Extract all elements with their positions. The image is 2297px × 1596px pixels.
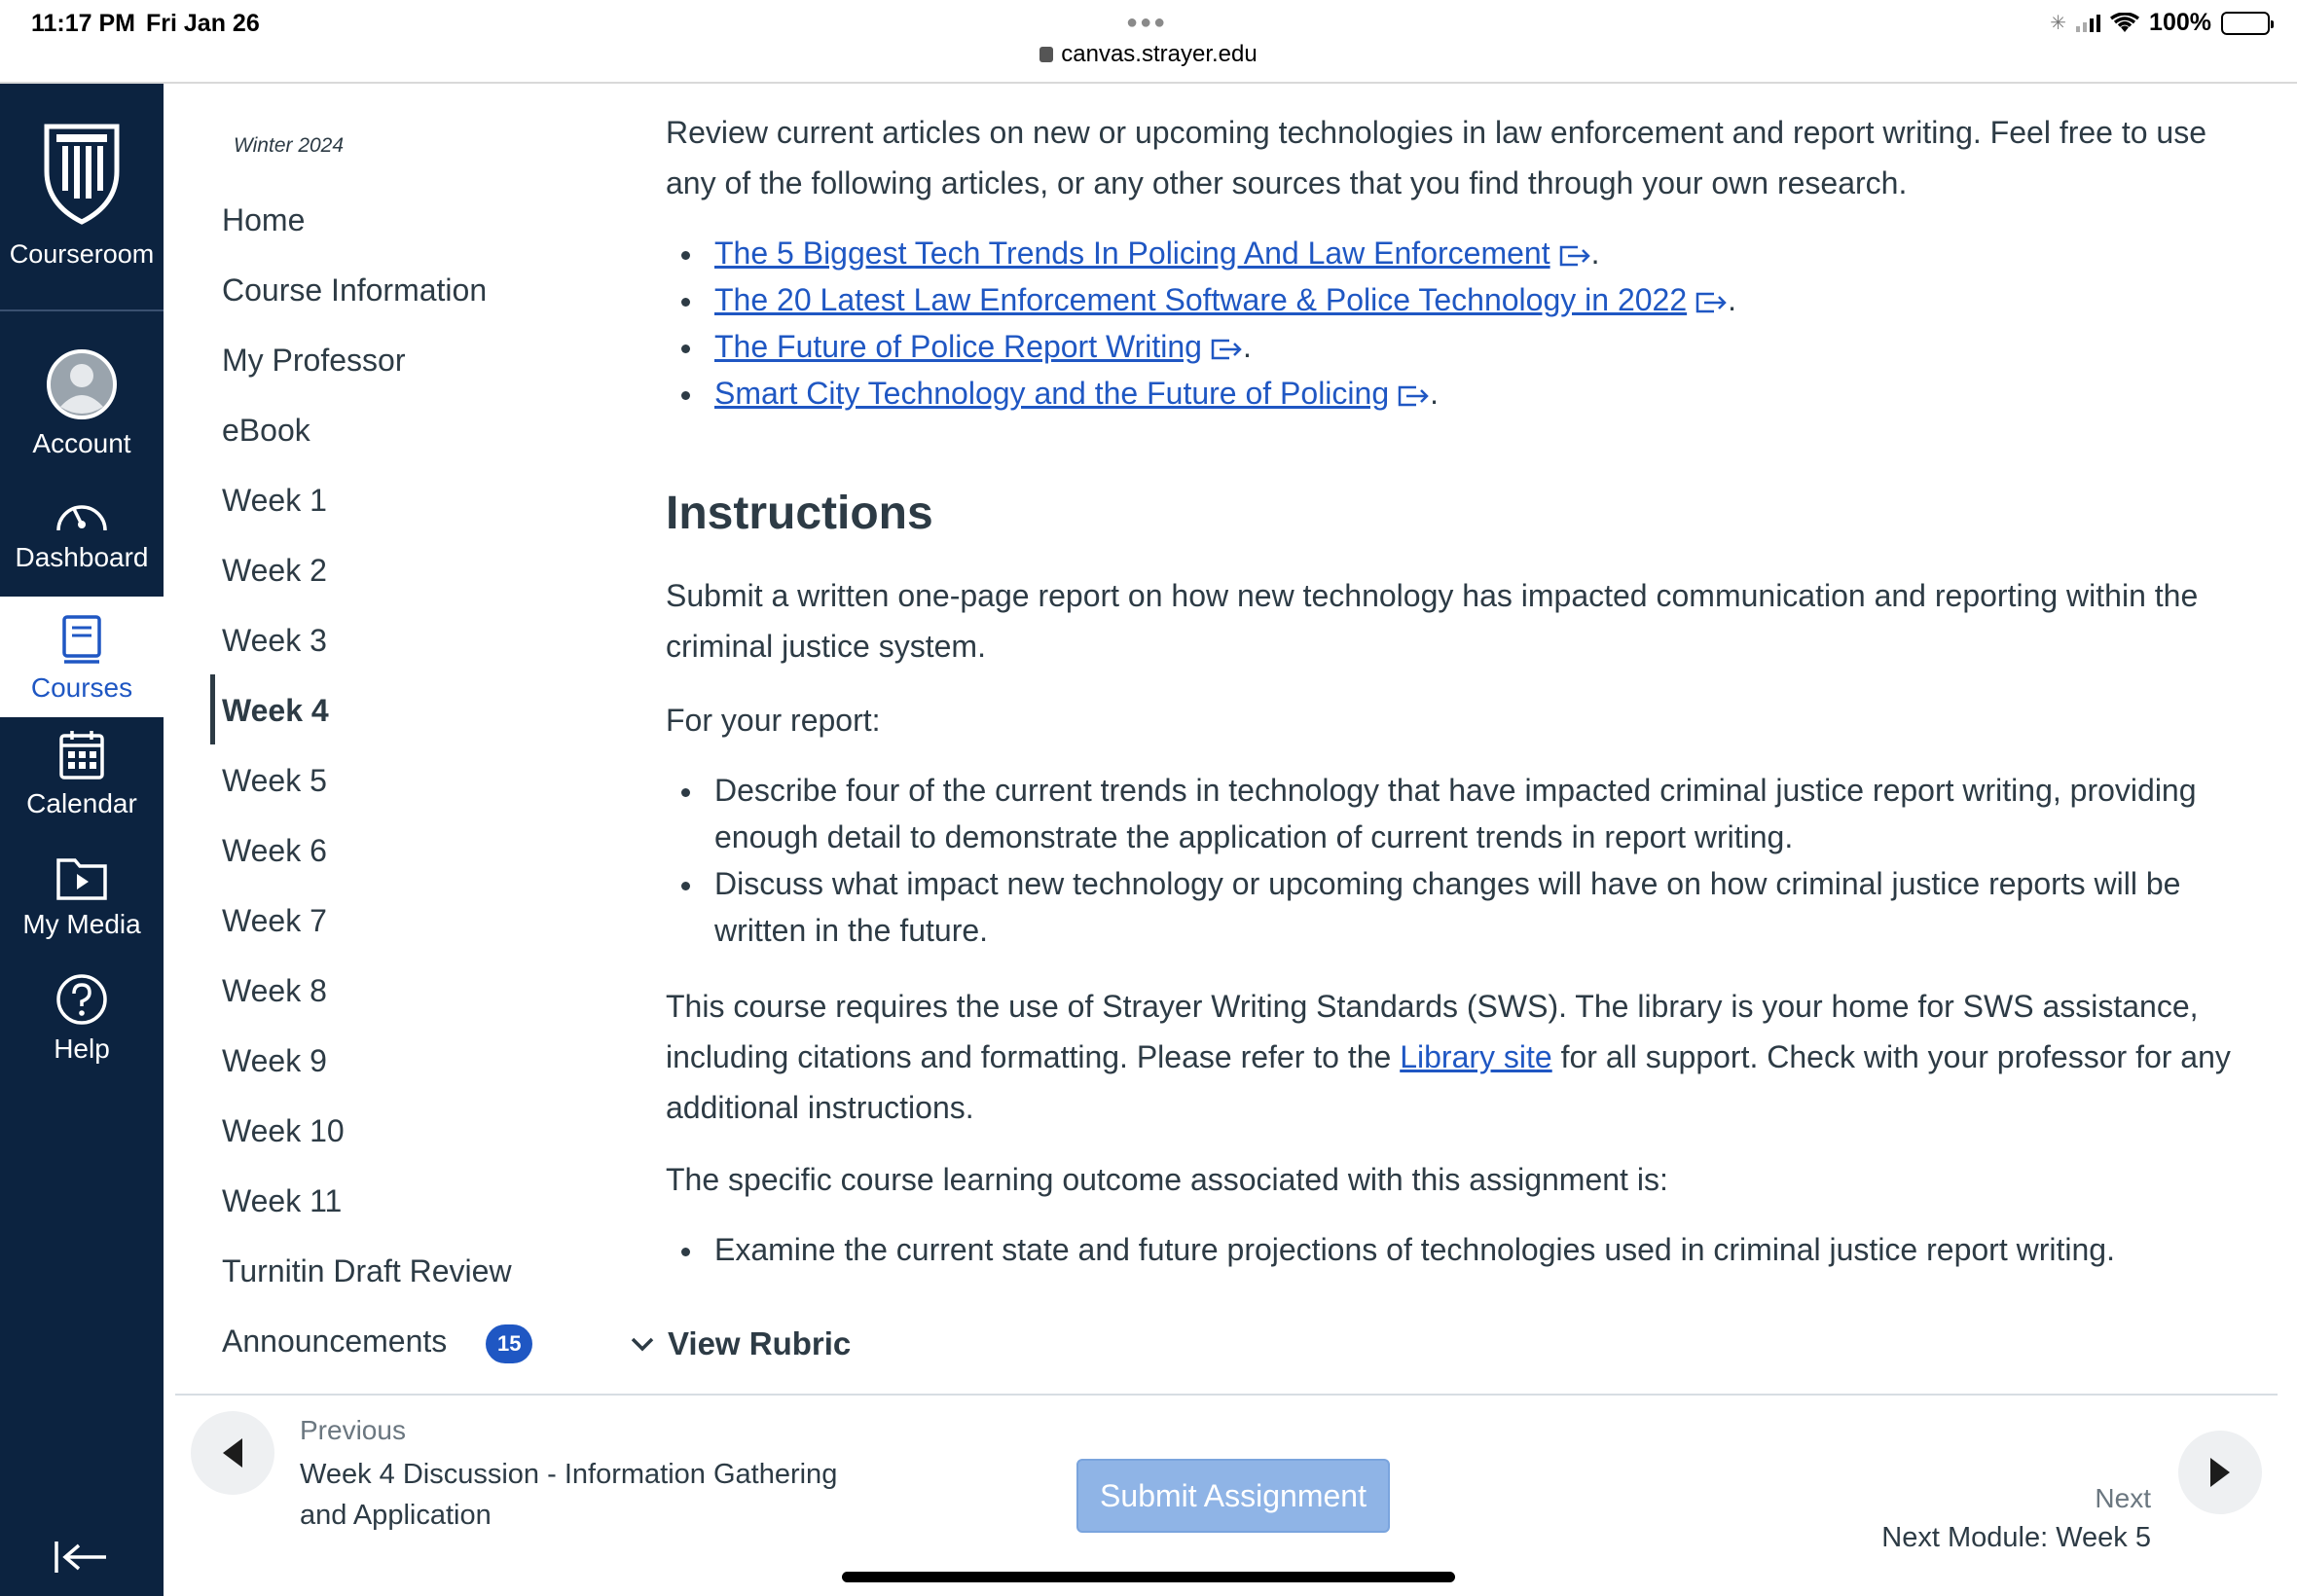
- battery-icon: [2221, 11, 2274, 35]
- course-nav-week-5[interactable]: Week 5: [222, 761, 327, 800]
- courseroom-label: Courseroom: [9, 239, 155, 269]
- course-nav-course-information[interactable]: Course Information: [222, 271, 487, 309]
- avatar-icon: [47, 349, 117, 419]
- course-nav-week-9[interactable]: Week 9: [222, 1041, 327, 1080]
- next-module-link[interactable]: Next Module: Week 5: [1881, 1522, 2151, 1554]
- status-indicators: ✳ 100%: [2050, 9, 2274, 37]
- media-icon: [56, 858, 107, 900]
- active-indicator: [210, 674, 215, 744]
- list-item: Describe four of the current trends in t…: [666, 767, 2262, 860]
- outcome-list: Examine the current state and future pro…: [666, 1226, 2262, 1273]
- article-link-1[interactable]: The 5 Biggest Tech Trends In Policing An…: [714, 236, 1550, 271]
- course-nav-my-professor[interactable]: My Professor: [222, 341, 405, 380]
- nav-courses[interactable]: Courses: [0, 597, 164, 717]
- article-link-2[interactable]: The 20 Latest Law Enforcement Software &…: [714, 282, 1687, 317]
- previous-item-link[interactable]: Week 4 Discussion - Information Gatherin…: [300, 1454, 864, 1536]
- announcements-count-badge: 15: [486, 1324, 533, 1363]
- term-label: Winter 2024: [234, 134, 345, 157]
- nav-account-label: Account: [32, 428, 131, 458]
- nav-courses-label: Courses: [30, 672, 133, 703]
- calendar-icon: [59, 731, 104, 780]
- external-link-icon: [1695, 292, 1727, 312]
- nav-help-label: Help: [54, 1034, 110, 1064]
- course-nav-week-6[interactable]: Week 6: [222, 831, 327, 870]
- strayer-logo-icon: [44, 124, 120, 225]
- submit-assignment-button[interactable]: Submit Assignment: [1076, 1459, 1390, 1533]
- status-date: Fri Jan 26: [146, 10, 260, 37]
- chevron-down-icon: [631, 1337, 654, 1352]
- course-nav-week-8[interactable]: Week 8: [222, 971, 327, 1010]
- external-link-icon: [1398, 385, 1429, 406]
- list-item: Discuss what impact new technology or up…: [666, 860, 2262, 954]
- global-nav: Courseroom Account Dashboard Courses Cal…: [0, 84, 164, 1596]
- address-bar[interactable]: canvas.strayer.edu: [0, 41, 2297, 68]
- for-report-text: For your report:: [666, 703, 881, 738]
- loading-icon: ✳: [2050, 13, 2067, 34]
- outcome-intro-text: The specific course learning outcome ass…: [666, 1162, 1668, 1197]
- wifi-icon: [2110, 12, 2140, 32]
- course-nav-week-1[interactable]: Week 1: [222, 481, 327, 520]
- course-nav-week-11[interactable]: Week 11: [222, 1181, 342, 1220]
- report-requirements-list: Describe four of the current trends in t…: [666, 767, 2262, 954]
- more-dots-icon[interactable]: ●●●: [1126, 12, 1167, 34]
- nav-dashboard[interactable]: Dashboard: [0, 495, 164, 573]
- next-button[interactable]: [2178, 1431, 2262, 1514]
- list-item: The 20 Latest Law Enforcement Software &…: [666, 276, 2262, 323]
- article-link-3[interactable]: The Future of Police Report Writing: [714, 329, 1202, 364]
- battery-percent: 100%: [2149, 9, 2211, 36]
- instructions-paragraph: Submit a written one-page report on how …: [666, 578, 2199, 664]
- intro-paragraph: Review current articles on new or upcomi…: [666, 115, 2207, 200]
- next-label: Next: [2095, 1483, 2151, 1513]
- help-icon: [56, 974, 107, 1025]
- courseroom-brand[interactable]: Courseroom: [0, 84, 164, 311]
- course-nav-turnitin-draft-review[interactable]: Turnitin Draft Review: [222, 1251, 512, 1290]
- triangle-left-icon: [223, 1438, 242, 1468]
- library-site-link[interactable]: Library site: [1400, 1039, 1552, 1074]
- nav-calendar-label: Calendar: [26, 788, 137, 818]
- course-nav-announcements[interactable]: Announcements 15: [222, 1322, 533, 1363]
- nav-my-media-label: My Media: [22, 909, 141, 939]
- list-item: Examine the current state and future pro…: [666, 1226, 2262, 1273]
- signal-icon: [2076, 14, 2101, 32]
- course-nav-week-4[interactable]: Week 4: [222, 691, 329, 730]
- course-nav-week-10[interactable]: Week 10: [222, 1111, 345, 1150]
- list-item: The 5 Biggest Tech Trends In Policing An…: [666, 230, 2262, 276]
- triangle-right-icon: [2210, 1458, 2230, 1487]
- dashboard-icon: [56, 505, 107, 531]
- article-link-4[interactable]: Smart City Technology and the Future of …: [714, 376, 1389, 411]
- nav-help[interactable]: Help: [0, 973, 164, 1065]
- article-links-list: The 5 Biggest Tech Trends In Policing An…: [666, 230, 2262, 417]
- footer-divider: [175, 1394, 2278, 1396]
- previous-button[interactable]: [191, 1411, 274, 1495]
- assignment-content: Review current articles on new or upcomi…: [666, 84, 2272, 1388]
- course-nav-week-7[interactable]: Week 7: [222, 901, 327, 940]
- collapse-nav-icon[interactable]: [54, 1540, 108, 1575]
- view-rubric-label: View Rubric: [668, 1325, 852, 1361]
- nav-calendar[interactable]: Calendar: [0, 730, 164, 819]
- nav-account[interactable]: Account: [0, 348, 164, 459]
- nav-dashboard-label: Dashboard: [15, 542, 149, 572]
- external-link-icon: [1559, 245, 1590, 266]
- nav-my-media[interactable]: My Media: [0, 852, 164, 940]
- course-nav-week-2[interactable]: Week 2: [222, 551, 327, 590]
- previous-label: Previous: [300, 1415, 406, 1445]
- course-nav: Winter 2024 Home Course Information My P…: [164, 84, 631, 1393]
- announcements-label: Announcements: [222, 1324, 448, 1359]
- courses-icon: [62, 615, 101, 664]
- course-nav-ebook[interactable]: eBook: [222, 411, 310, 450]
- view-rubric-toggle[interactable]: View Rubric: [631, 1325, 851, 1362]
- status-time: 11:17 PM: [31, 10, 136, 37]
- external-link-icon: [1211, 339, 1242, 359]
- course-nav-week-3[interactable]: Week 3: [222, 621, 327, 660]
- list-item: The Future of Police Report Writing.: [666, 323, 2262, 370]
- list-item: Smart City Technology and the Future of …: [666, 370, 2262, 417]
- ios-status-bar: 11:17 PM Fri Jan 26 ●●● canvas.strayer.e…: [0, 0, 2297, 84]
- sws-paragraph: This course requires the use of Strayer …: [666, 989, 2231, 1125]
- home-indicator: [842, 1572, 1455, 1582]
- lock-icon: [1039, 47, 1054, 62]
- instructions-heading: Instructions: [666, 488, 933, 539]
- url-text: canvas.strayer.edu: [1061, 41, 1258, 67]
- course-nav-home[interactable]: Home: [222, 200, 305, 239]
